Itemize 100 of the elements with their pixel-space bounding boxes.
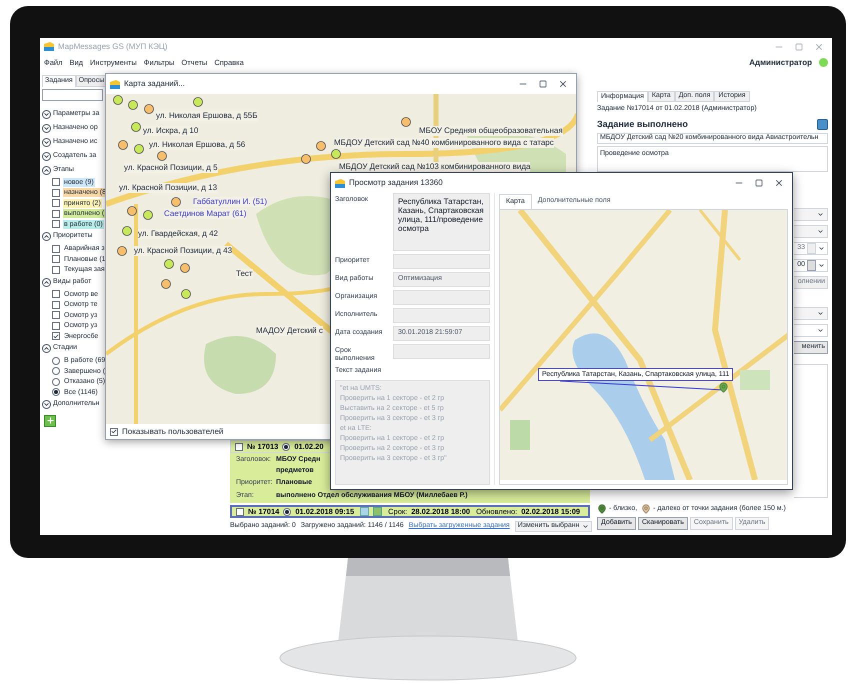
expand-toggle[interactable]	[42, 278, 51, 286]
input-field[interactable]	[393, 344, 490, 359]
map-marker-icon[interactable]	[127, 206, 137, 216]
map-label: ул. Искра, д 10	[143, 126, 198, 136]
map-label: Тест	[236, 269, 253, 279]
map-marker-icon[interactable]	[143, 210, 153, 220]
maximize-icon	[755, 179, 763, 187]
close-icon	[774, 178, 784, 188]
checkbox[interactable]	[52, 266, 60, 274]
map-marker-icon[interactable]	[122, 226, 132, 236]
map-pin-icon	[641, 504, 652, 514]
checkbox[interactable]	[52, 311, 60, 320]
map-marker-icon[interactable]	[401, 117, 411, 127]
map-label: МБОУ Средняя общеобразовательная	[419, 126, 563, 136]
chevron-down-icon	[817, 327, 824, 334]
map-marker-icon[interactable]	[113, 95, 123, 105]
map-label: Саетдинов Марат (61)	[164, 209, 246, 219]
window-title: MapMessages GS (МУП КЭЦ)	[58, 40, 168, 52]
map-marker-icon[interactable]	[161, 279, 171, 289]
check-icon	[53, 332, 59, 340]
checkbox[interactable]	[52, 199, 60, 208]
dropdown-field[interactable]	[794, 208, 828, 221]
chevron-down-icon	[817, 310, 824, 317]
chevron-down-icon	[582, 523, 589, 530]
map-marker-icon[interactable]	[164, 259, 174, 269]
map-label: ул. Красной Позиции, д 5	[124, 163, 218, 173]
expand-toggle[interactable]	[42, 124, 51, 132]
map-label: ул. Николая Ершова, д 55Б	[156, 111, 258, 121]
map-pin-icon	[597, 504, 607, 514]
expand-toggle[interactable]	[42, 166, 51, 174]
input-field[interactable]	[393, 290, 490, 305]
expand-toggle[interactable]	[42, 138, 51, 146]
radio-button[interactable]	[283, 508, 292, 516]
user-name: Администратор	[749, 56, 812, 68]
close-button[interactable]	[774, 178, 784, 188]
close-icon	[558, 79, 568, 89]
print-button[interactable]	[817, 118, 828, 130]
maximize-button[interactable]	[538, 79, 548, 89]
input-field[interactable]	[393, 254, 490, 269]
map-marker-icon[interactable]	[144, 104, 154, 114]
map-marker-icon[interactable]	[331, 149, 341, 159]
search-field[interactable]	[42, 89, 103, 101]
checkbox[interactable]	[52, 332, 60, 340]
checkbox[interactable]	[52, 322, 60, 330]
checkbox[interactable]	[52, 255, 60, 264]
checkbox[interactable]	[110, 428, 118, 436]
dropdown-field[interactable]	[794, 307, 828, 320]
checkbox[interactable]	[52, 244, 60, 253]
radio-button[interactable]	[52, 388, 60, 396]
map-label: ул. Гвардейская, д 42	[138, 229, 218, 239]
map-marker-icon[interactable]	[118, 140, 128, 150]
input-field[interactable]	[393, 308, 490, 323]
chevron-down-icon	[817, 228, 824, 235]
add-button[interactable]	[44, 414, 56, 426]
window-title: Просмотр задания 13360	[349, 177, 444, 189]
radio-button[interactable]	[52, 356, 60, 365]
dropdown-field[interactable]	[794, 324, 828, 337]
checkbox[interactable]	[52, 300, 60, 309]
plus-icon	[46, 416, 54, 425]
radio-button[interactable]	[52, 378, 60, 386]
app-logo-icon	[335, 178, 345, 188]
window-title: Карта заданий...	[124, 78, 186, 90]
map-marker-icon[interactable]	[171, 197, 181, 207]
check-icon	[111, 428, 117, 435]
map-marker-icon[interactable]	[301, 154, 311, 164]
map-marker-icon[interactable]	[131, 122, 141, 132]
expand-toggle[interactable]	[42, 152, 51, 160]
map-label: МБДОУ Детский сад №103 комбинированного вида	[339, 162, 530, 172]
map-marker-icon[interactable]	[316, 141, 326, 151]
map-marker-icon[interactable]	[117, 246, 127, 256]
checkbox[interactable]	[52, 290, 60, 298]
expand-toggle[interactable]	[42, 344, 51, 353]
dropdown-field[interactable]	[794, 225, 828, 238]
checkbox[interactable]	[52, 188, 60, 197]
maximize-button[interactable]	[754, 178, 764, 188]
checkbox[interactable]	[236, 508, 244, 516]
chevron-down-icon	[43, 401, 50, 408]
checkbox[interactable]	[235, 442, 243, 450]
map-label: ул. Красной Позиции, д 13	[119, 183, 218, 193]
map-marker-icon[interactable]	[134, 144, 144, 154]
close-button[interactable]	[558, 79, 568, 89]
title-field[interactable]: Республика Татарстан, Казань, Спартаковская улица, 111/проведение осмотра	[393, 193, 490, 251]
chevron-down-icon	[817, 211, 824, 218]
map-marker-icon[interactable]	[157, 151, 167, 161]
map-marker-icon[interactable]	[180, 263, 190, 273]
chevron-down-icon	[818, 245, 825, 252]
checkbox[interactable]	[52, 220, 60, 228]
expand-toggle[interactable]	[42, 110, 51, 118]
radio-button[interactable]	[52, 367, 60, 376]
checkbox[interactable]	[52, 178, 60, 186]
map-label: Габбатуллин И. (51)	[193, 197, 268, 207]
map-marker-icon[interactable]	[181, 289, 191, 299]
checkbox[interactable]	[52, 210, 60, 218]
radio-button[interactable]	[282, 442, 290, 450]
expand-toggle[interactable]	[42, 400, 51, 409]
expand-toggle[interactable]	[42, 232, 51, 241]
map-marker-icon[interactable]	[128, 100, 138, 110]
chevron-up-icon	[43, 345, 50, 352]
map-marker-icon[interactable]	[193, 97, 203, 107]
map-label: ул. Красной Позиции, д 43	[134, 246, 232, 256]
